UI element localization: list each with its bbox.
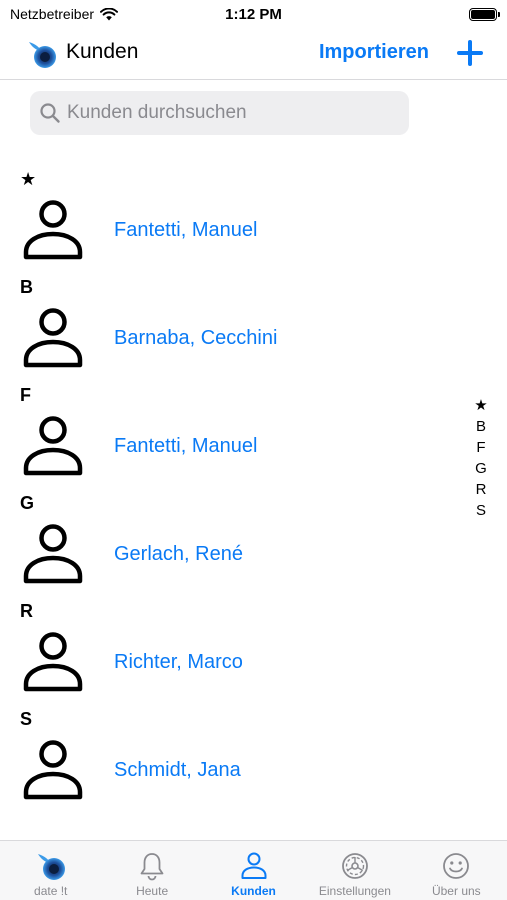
person-icon (23, 416, 83, 476)
customer-name: Fantetti, Manuel (114, 218, 258, 241)
customer-name: Barnaba, Cecchini (114, 326, 278, 349)
person-icon (23, 308, 83, 368)
section-header: B (20, 277, 33, 297)
page-title: Kunden (66, 40, 139, 63)
index-b[interactable]: B (476, 416, 486, 437)
section-r: R Richter, Marco (0, 592, 460, 700)
nav-divider (0, 79, 507, 80)
person-icon (23, 632, 83, 692)
tab-bar: date !t Heute Kunden Einstellungen Über … (0, 840, 507, 900)
customer-row[interactable]: Gerlach, René (0, 516, 460, 592)
status-time: 1:12 PM (225, 6, 282, 23)
person-icon (241, 852, 267, 879)
import-button[interactable]: Importieren (319, 41, 429, 64)
customer-name: Fantetti, Manuel (114, 434, 258, 457)
bell-icon (140, 853, 164, 881)
tab-label: Kunden (231, 884, 276, 898)
customer-name: Gerlach, René (114, 542, 243, 565)
tab-label: date !t (34, 884, 68, 898)
search-input[interactable] (67, 102, 387, 124)
smiley-icon (443, 853, 470, 879)
customer-row[interactable]: Barnaba, Cecchini (0, 300, 460, 376)
section-f: F Fantetti, Manuel (0, 376, 460, 484)
customer-row[interactable]: Fantetti, Manuel (0, 408, 460, 484)
section-favorites: ★ Fantetti, Manuel (0, 160, 460, 268)
customer-row[interactable]: Fantetti, Manuel (0, 192, 460, 268)
section-b: B Barnaba, Cecchini (0, 268, 460, 376)
person-icon (23, 740, 83, 800)
customer-list: ★ Fantetti, Manuel B Barnaba, Cecchini F (0, 160, 460, 808)
index-s[interactable]: S (476, 500, 486, 521)
section-header: R (20, 601, 33, 621)
tab-label: Über uns (431, 884, 481, 898)
section-s: S Schmidt, Jana (0, 700, 460, 808)
index-favorites[interactable]: ★ (474, 395, 487, 416)
search-bar[interactable] (30, 91, 409, 135)
person-icon (23, 524, 83, 584)
section-index-bar[interactable]: ★ B F G R S (469, 395, 493, 521)
tab-date-it[interactable]: date !t (0, 841, 101, 900)
customer-name: Richter, Marco (114, 650, 243, 673)
section-header: ★ (20, 169, 37, 189)
tab-einstellungen[interactable]: Einstellungen (304, 841, 405, 900)
status-bar: Netzbetreiber 1:12 PM (0, 0, 507, 30)
navigation-bar: Kunden Importieren (0, 30, 507, 78)
tab-heute[interactable]: Heute (101, 841, 202, 900)
tab-label: Einstellungen (318, 884, 391, 898)
tab-label: Heute (136, 884, 169, 898)
section-header: S (20, 709, 33, 729)
index-r[interactable]: R (476, 479, 487, 500)
app-logo-icon (29, 42, 56, 68)
person-icon (23, 200, 83, 260)
tab-kunden[interactable]: Kunden (203, 841, 304, 900)
battery-icon (469, 8, 500, 21)
add-customer-button[interactable] (455, 38, 485, 68)
customer-name: Schmidt, Jana (114, 758, 241, 781)
index-f[interactable]: F (476, 437, 485, 458)
customer-row[interactable]: Richter, Marco (0, 624, 460, 700)
customer-row[interactable]: Schmidt, Jana (0, 732, 460, 808)
tab-ueber-uns[interactable]: Über uns (406, 841, 507, 900)
section-g: G Gerlach, René (0, 484, 460, 592)
section-header: G (20, 493, 35, 513)
app-logo-icon (37, 854, 65, 880)
section-header: F (20, 385, 31, 405)
gear-icon (342, 853, 368, 879)
search-icon (40, 103, 60, 123)
index-g[interactable]: G (475, 458, 487, 479)
